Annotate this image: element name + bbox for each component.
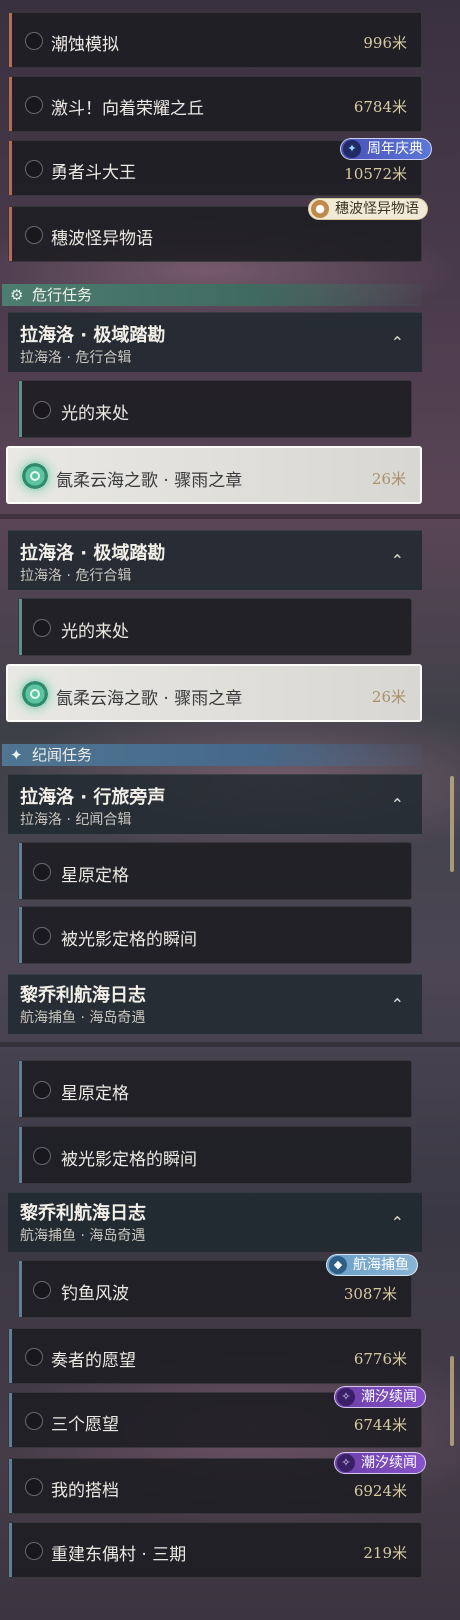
chevron-up-icon[interactable]: ⌃ [391, 333, 404, 352]
hobo-tales-badge: ● 穗波怪异物语 [308, 198, 428, 220]
quest-row[interactable]: 潮蚀模拟 996米 [8, 12, 422, 68]
badge-label: 航海捕鱼 [353, 1257, 409, 1273]
quest-distance: 3087米 [343, 1285, 397, 1303]
quest-distance: 6744米 [353, 1416, 407, 1434]
quest-status-icon [25, 226, 43, 244]
target-icon [20, 679, 50, 709]
wave-icon: ✧ [337, 1388, 355, 1406]
quest-distance: 219米 [363, 1544, 407, 1562]
group-subtitle: 拉海洛 · 纪闻合辑 [20, 812, 132, 828]
quest-distance: 6776米 [353, 1350, 407, 1368]
group-header-danger[interactable]: 拉海洛 · 极域踏勘 拉海洛 · 危行合辑 ⌃ [8, 530, 422, 590]
quest-row[interactable]: 星原定格 [18, 842, 412, 900]
badge-label: 穗波怪异物语 [335, 201, 419, 217]
quest-label: 被光影定格的瞬间 [61, 1150, 197, 1170]
quest-label: 奏者的愿望 [51, 1351, 136, 1371]
quest-label: 光的来处 [61, 404, 129, 424]
tide-tales-badge: ✧ 潮汐续闻 [334, 1386, 426, 1408]
group-title: 拉海洛 · 行旅旁声 [20, 787, 166, 808]
quest-status-icon [33, 1081, 51, 1099]
tracked-quest-row[interactable]: 氤柔云海之歌 · 骤雨之章 26米 [6, 446, 422, 504]
chevron-up-icon[interactable]: ⌃ [391, 995, 404, 1014]
section-lore-quests: ✦ 纪闻任务 [2, 744, 422, 766]
quest-distance: 10572米 [344, 165, 407, 183]
quest-status-icon [33, 863, 51, 881]
quest-row[interactable]: 激斗！向着荣耀之丘 6784米 [8, 76, 422, 132]
creature-icon: ● [311, 200, 329, 218]
group-header-danger[interactable]: 拉海洛 · 极域踏勘 拉海洛 · 危行合辑 ⌃ [8, 312, 422, 372]
quest-status-icon [33, 927, 51, 945]
quest-status-icon [25, 1478, 43, 1496]
quest-row[interactable]: 被光影定格的瞬间 [18, 906, 412, 964]
quest-label: 氤柔云海之歌 · 骤雨之章 [56, 471, 243, 491]
fish-icon: ◆ [329, 1256, 347, 1274]
quest-label: 我的搭档 [51, 1481, 119, 1501]
chevron-up-icon[interactable]: ⌃ [391, 551, 404, 570]
badge-label: 潮汐续闻 [361, 1389, 417, 1405]
badge-label: 周年庆典 [367, 141, 423, 157]
quest-label: 潮蚀模拟 [51, 35, 119, 55]
quest-status-icon [25, 96, 43, 114]
anniversary-icon: ✦ [343, 140, 361, 158]
quest-status-icon [25, 32, 43, 50]
quest-status-icon [25, 1542, 43, 1560]
wave-icon: ✧ [337, 1454, 355, 1472]
badge-label: 潮汐续闻 [361, 1455, 417, 1471]
anniversary-badge: ✦ 周年庆典 [340, 138, 432, 160]
group-title: 黎乔利航海日志 [20, 985, 146, 1006]
quest-distance: 996米 [363, 34, 407, 52]
target-icon [20, 461, 50, 491]
chevron-up-icon[interactable]: ⌃ [391, 1213, 404, 1232]
group-subtitle: 航海捕鱼 · 海岛奇遇 [20, 1228, 146, 1244]
quest-status-icon [25, 160, 43, 178]
fishing-badge: ◆ 航海捕鱼 [326, 1254, 418, 1276]
quest-status-icon [25, 1348, 43, 1366]
quest-row[interactable]: 重建东偶村 · 三期 219米 [8, 1522, 422, 1578]
quest-label: 重建东偶村 · 三期 [51, 1545, 187, 1565]
scrollbar[interactable] [450, 776, 454, 872]
section-danger-quests: ⚙ 危行任务 [2, 284, 422, 306]
chevron-up-icon[interactable]: ⌃ [391, 795, 404, 814]
quest-row[interactable]: 奏者的愿望 6776米 [8, 1328, 422, 1384]
quest-status-icon [33, 401, 51, 419]
quest-label: 穗波怪异物语 [51, 229, 153, 249]
quest-label: 星原定格 [61, 866, 129, 886]
quest-label: 勇者斗大王 [51, 163, 136, 183]
quest-label: 被光影定格的瞬间 [61, 930, 197, 950]
group-subtitle: 航海捕鱼 · 海岛奇遇 [20, 1010, 146, 1026]
quest-status-icon [33, 1147, 51, 1165]
quest-distance: 26米 [371, 470, 406, 488]
tide-tales-badge: ✧ 潮汐续闻 [334, 1452, 426, 1474]
quest-status-icon [33, 619, 51, 637]
quest-row[interactable]: 星原定格 [18, 1060, 412, 1118]
quest-label: 三个愿望 [51, 1415, 119, 1435]
quest-distance: 26米 [371, 688, 406, 706]
group-title: 拉海洛 · 极域踏勘 [20, 325, 166, 346]
quest-row[interactable]: 被光影定格的瞬间 [18, 1126, 412, 1184]
quest-status-icon [33, 1281, 51, 1299]
group-subtitle: 拉海洛 · 危行合辑 [20, 350, 132, 366]
gear-icon: ⚙ [10, 286, 24, 304]
quest-distance: 6924米 [353, 1482, 407, 1500]
quest-row[interactable]: 光的来处 [18, 380, 412, 438]
quest-label: 光的来处 [61, 622, 129, 642]
section-label: 纪闻任务 [32, 746, 93, 764]
group-title: 黎乔利航海日志 [20, 1203, 146, 1224]
quest-status-icon [25, 1412, 43, 1430]
sparkle-icon: ✦ [10, 746, 23, 764]
quest-distance: 6784米 [353, 98, 407, 116]
quest-label: 星原定格 [61, 1084, 129, 1104]
group-header-voyage[interactable]: 黎乔利航海日志 航海捕鱼 · 海岛奇遇 ⌃ [8, 1192, 422, 1252]
section-label: 危行任务 [32, 286, 93, 304]
group-header-lore[interactable]: 拉海洛 · 行旅旁声 拉海洛 · 纪闻合辑 ⌃ [8, 774, 422, 834]
quest-label: 激斗！向着荣耀之丘 [51, 99, 204, 119]
tracked-quest-row[interactable]: 氤柔云海之歌 · 骤雨之章 26米 [6, 664, 422, 722]
group-subtitle: 拉海洛 · 危行合辑 [20, 568, 132, 584]
group-header-voyage[interactable]: 黎乔利航海日志 航海捕鱼 · 海岛奇遇 ⌃ [8, 974, 422, 1034]
group-title: 拉海洛 · 极域踏勘 [20, 543, 166, 564]
scrollbar[interactable] [450, 1356, 454, 1446]
quest-label: 钓鱼风波 [61, 1284, 129, 1304]
quest-label: 氤柔云海之歌 · 骤雨之章 [56, 689, 243, 709]
quest-row[interactable]: 光的来处 [18, 598, 412, 656]
